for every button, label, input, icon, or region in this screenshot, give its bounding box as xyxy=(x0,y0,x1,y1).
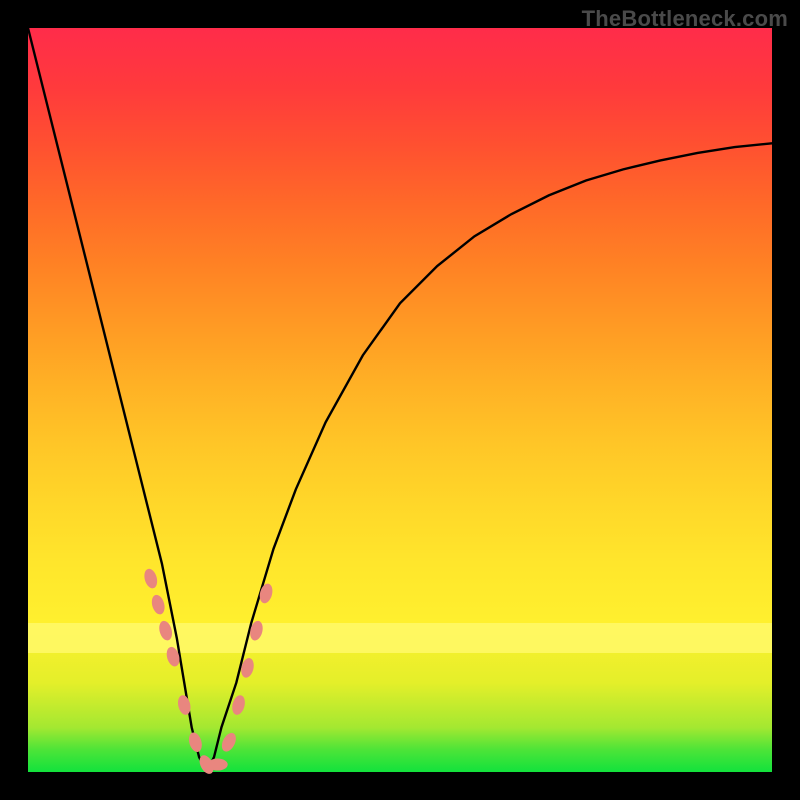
highlight-dot xyxy=(258,582,275,604)
curve-layer xyxy=(28,28,772,772)
bottleneck-curve xyxy=(28,28,772,772)
highlight-dots xyxy=(142,567,274,776)
highlight-dot xyxy=(142,567,159,590)
highlight-dot xyxy=(219,731,239,754)
highlight-dot xyxy=(157,619,174,642)
highlight-dot xyxy=(187,731,204,754)
chart-frame: TheBottleneck.com xyxy=(0,0,800,800)
highlight-dot xyxy=(208,759,228,771)
highlight-dot xyxy=(150,593,167,616)
plot-area xyxy=(28,28,772,772)
watermark-text: TheBottleneck.com xyxy=(582,6,788,32)
